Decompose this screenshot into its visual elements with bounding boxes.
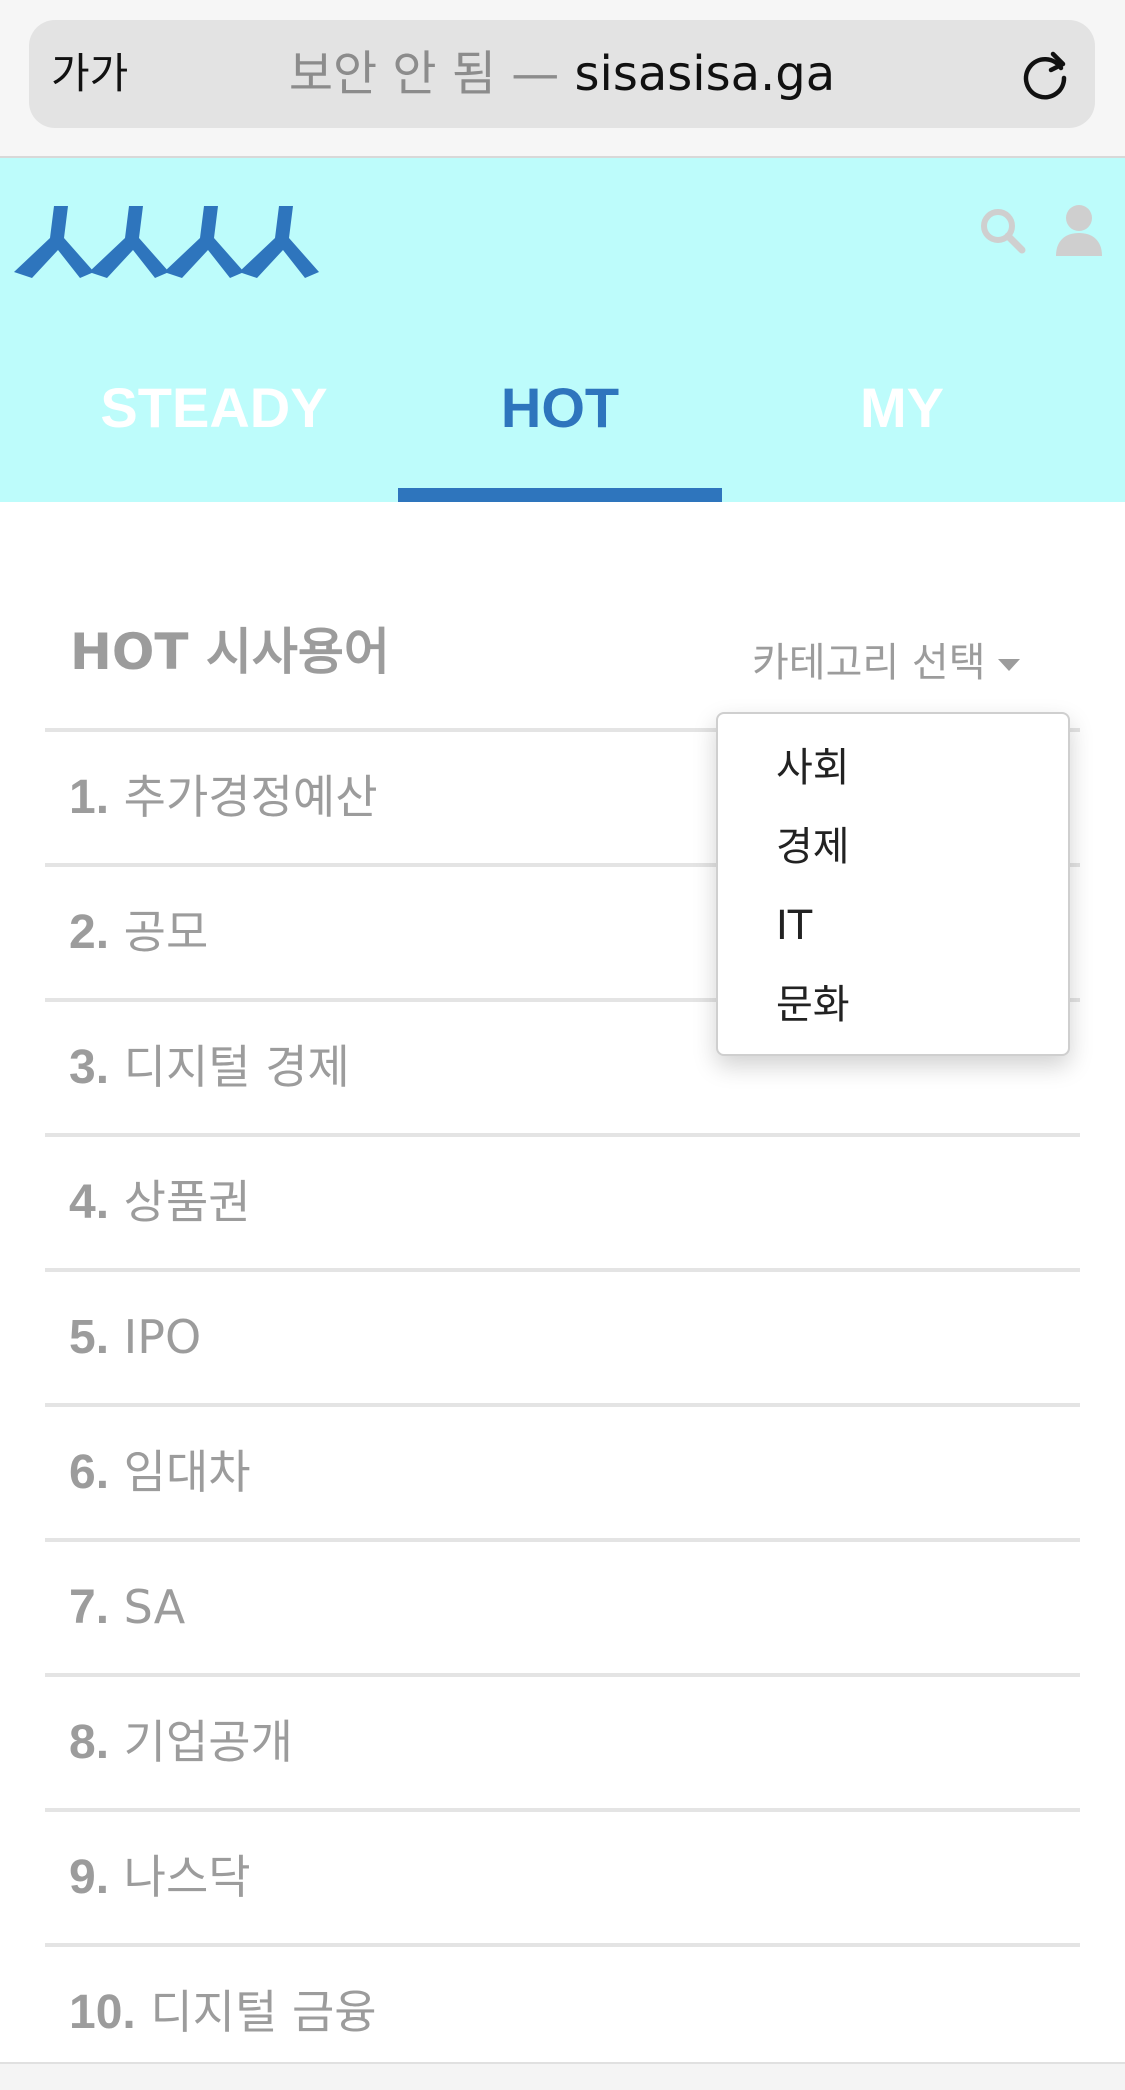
item-number: 8. xyxy=(69,1716,110,1769)
item-label: 임대차 xyxy=(123,1445,251,1499)
browser-chrome: 가가 보안 안 됨 — sisasisa.ga xyxy=(0,0,1125,158)
item-number: 2. xyxy=(69,906,110,959)
dropdown-item-economy[interactable]: 경제 xyxy=(776,817,850,877)
dropdown-item-culture[interactable]: 문화 xyxy=(776,975,850,1035)
tab-steady[interactable]: STEADY xyxy=(42,358,386,502)
reload-icon[interactable] xyxy=(1017,46,1073,102)
list-item[interactable]: 10. 디지털 금융 xyxy=(45,1947,1080,2078)
item-label: 기업공개 xyxy=(123,1715,293,1769)
item-number: 3. xyxy=(69,1041,110,1094)
list-item[interactable]: 8. 기업공개 xyxy=(45,1677,1080,1812)
item-number: 9. xyxy=(69,1851,110,1904)
caret-down-icon xyxy=(997,659,1020,671)
item-number: 1. xyxy=(69,771,110,824)
item-label: 상품권 xyxy=(123,1175,251,1229)
list-item[interactable]: 6. 임대차 xyxy=(45,1407,1080,1542)
item-label: SA xyxy=(123,1580,186,1634)
category-select[interactable]: 카테고리 선택 xyxy=(752,630,1020,688)
item-label: 나스닥 xyxy=(123,1850,251,1904)
bottom-edge xyxy=(0,2062,1125,2090)
item-label: 디지털 경제 xyxy=(123,1040,350,1094)
tab-hot[interactable]: HOT xyxy=(388,358,732,502)
dropdown-item-society[interactable]: 사회 xyxy=(776,738,850,798)
item-label: 디지털 금융 xyxy=(150,1985,377,2039)
url-security-label: 보안 안 됨 — xyxy=(288,46,575,102)
dropdown-item-it[interactable]: IT xyxy=(776,896,812,956)
url-domain: sisasisa.ga xyxy=(574,46,836,102)
list-item[interactable]: 7. SA xyxy=(45,1542,1080,1677)
tab-bar: STEADY HOT MY xyxy=(0,358,1125,502)
item-label: 추가경정예산 xyxy=(123,770,378,824)
item-number: 7. xyxy=(69,1581,110,1634)
active-tab-indicator xyxy=(398,488,722,502)
app-header: STEADY HOT MY xyxy=(0,158,1125,502)
category-select-label: 카테고리 선택 xyxy=(752,640,986,686)
item-number: 4. xyxy=(69,1176,110,1229)
list-item[interactable]: 5. IPO xyxy=(45,1272,1080,1407)
section-title: HOT 시사용어 xyxy=(70,623,390,681)
item-label: IPO xyxy=(123,1310,202,1364)
logo[interactable] xyxy=(8,198,328,288)
url-display[interactable]: 보안 안 됨 — sisasisa.ga xyxy=(29,20,1095,128)
list-item[interactable]: 9. 나스닥 xyxy=(45,1812,1080,1947)
item-label: 공모 xyxy=(123,905,209,959)
search-icon[interactable] xyxy=(978,206,1028,256)
category-dropdown-menu: 사회 경제 IT 문화 xyxy=(716,712,1070,1056)
list-item[interactable]: 4. 상품권 xyxy=(45,1137,1080,1272)
item-number: 5. xyxy=(69,1311,110,1364)
user-icon[interactable] xyxy=(1054,202,1104,258)
item-number: 6. xyxy=(69,1446,110,1499)
item-number: 10. xyxy=(69,1986,136,2039)
tab-my[interactable]: MY xyxy=(730,358,1074,502)
address-bar[interactable]: 가가 보안 안 됨 — sisasisa.ga xyxy=(29,20,1095,128)
